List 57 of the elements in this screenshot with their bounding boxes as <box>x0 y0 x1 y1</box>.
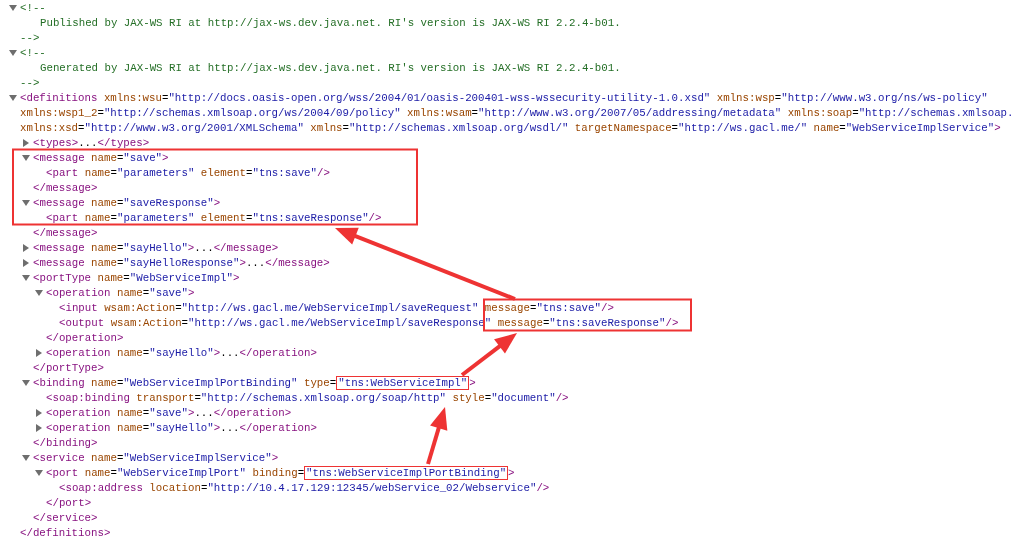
xml-text: > <box>508 466 515 479</box>
expand-triangle-icon[interactable] <box>22 258 30 267</box>
comment-close: --> <box>20 31 40 44</box>
xml-line: xmlns:xsd="http://www.w3.org/2001/XMLSchema" xmlns="http://schemas.xmlsoap.org/wsdl/" targetNamespace="http://ws.gacl.me/" name="WebServiceImplService"> <box>20 121 1001 134</box>
xml-line: </message> <box>33 181 98 194</box>
xml-line: </portType> <box>33 361 104 374</box>
xml-line: <message name="saveResponse"> <box>33 196 221 209</box>
xml-line: <definitions xmlns:wsu="http://docs.oasis-open.org/wss/2004/01/oasis-200401-wss-wssecurity-utility-1.0.xsd" xmlns:wsp="http://www.w3.org/ns/ws-policy" <box>20 91 988 104</box>
arrow <box>460 333 517 377</box>
xml-line: <soap:binding transport="http://schemas.xmlsoap.org/soap/http" style="document"/> <box>46 391 569 404</box>
xml-line: <part name="parameters" element="tns:save"/> <box>46 166 330 179</box>
collapse-triangle-icon[interactable] <box>22 153 30 162</box>
collapse-triangle-icon[interactable] <box>22 273 30 282</box>
xml-text: <binding name="WebServiceImplPortBinding" type= <box>33 376 337 389</box>
xml-line: <message name="save"> <box>33 151 169 164</box>
xml-line: </binding> <box>33 436 98 449</box>
xml-line: <types>...</types> <box>33 136 150 149</box>
xml-line: <message name="sayHello">...</message> <box>33 241 279 254</box>
expand-triangle-icon[interactable] <box>35 423 43 432</box>
xml-line: </service> <box>33 511 98 524</box>
xml-line: <operation name="sayHello">...</operation> <box>46 346 317 359</box>
xml-line: <soap:address location="http://10.4.17.129:12345/webService_02/Webservice"/> <box>59 481 550 494</box>
comment-close: --> <box>20 76 40 89</box>
xml-line: <service name="WebServiceImplService"> <box>33 451 279 464</box>
collapse-triangle-icon[interactable] <box>22 453 30 462</box>
expand-triangle-icon[interactable] <box>22 243 30 252</box>
xml-line: </definitions> <box>20 526 111 539</box>
xml-text: <port name="WebServiceImplPort" binding= <box>46 466 305 479</box>
collapse-triangle-icon[interactable] <box>22 198 30 207</box>
expand-triangle-icon[interactable] <box>35 408 43 417</box>
xml-line: <operation name="save"> <box>46 286 195 299</box>
collapse-triangle-icon[interactable] <box>9 93 17 102</box>
collapse-triangle-icon[interactable] <box>9 48 17 57</box>
collapse-triangle-icon[interactable] <box>35 468 43 477</box>
xml-line: </port> <box>46 496 92 509</box>
comment-text: Generated by JAX-WS RI at http://jax-ws.dev.java.net. RI's version is JAX-WS RI 2.2.4-b01. <box>40 61 621 74</box>
xml-line: </operation> <box>46 331 124 344</box>
xml-text: > <box>469 376 476 389</box>
highlighted-text: "tns:WebServiceImpl" <box>336 375 470 390</box>
arrow <box>426 407 448 465</box>
collapse-triangle-icon[interactable] <box>22 378 30 387</box>
expand-triangle-icon[interactable] <box>22 138 30 147</box>
xml-line: <part name="parameters" element="tns:saveResponse"/> <box>46 211 382 224</box>
collapse-triangle-icon[interactable] <box>9 3 17 12</box>
xml-line: <operation name="sayHello">...</operation> <box>46 421 317 434</box>
xml-line: <input wsam:Action="http://ws.gacl.me/WebServiceImpl/saveRequest" message="tns:save"/> <box>59 301 614 314</box>
xml-line: <message name="sayHelloResponse">...</message> <box>33 256 330 269</box>
xml-line: <operation name="save">...</operation> <box>46 406 292 419</box>
collapse-triangle-icon[interactable] <box>35 288 43 297</box>
comment-open: <!-- <box>20 1 46 14</box>
xml-line: <portType name="WebServiceImpl"> <box>33 271 240 284</box>
xml-line: xmlns:wsp1_2="http://schemas.xmlsoap.org/ws/2004/09/policy" xmlns:wsam="http://www.w3.org/2007/05/addressing/metadata" xmlns:soap="http://schemas.xmlsoap. <box>20 106 1014 119</box>
comment-text: Published by JAX-WS RI at http://jax-ws.dev.java.net. RI's version is JAX-WS RI 2.2.4-b01. <box>40 16 621 29</box>
expand-triangle-icon[interactable] <box>35 348 43 357</box>
xml-line: </message> <box>33 226 98 239</box>
comment-open: <!-- <box>20 46 46 59</box>
highlighted-text: "tns:WebServiceImplPortBinding" <box>304 465 509 480</box>
